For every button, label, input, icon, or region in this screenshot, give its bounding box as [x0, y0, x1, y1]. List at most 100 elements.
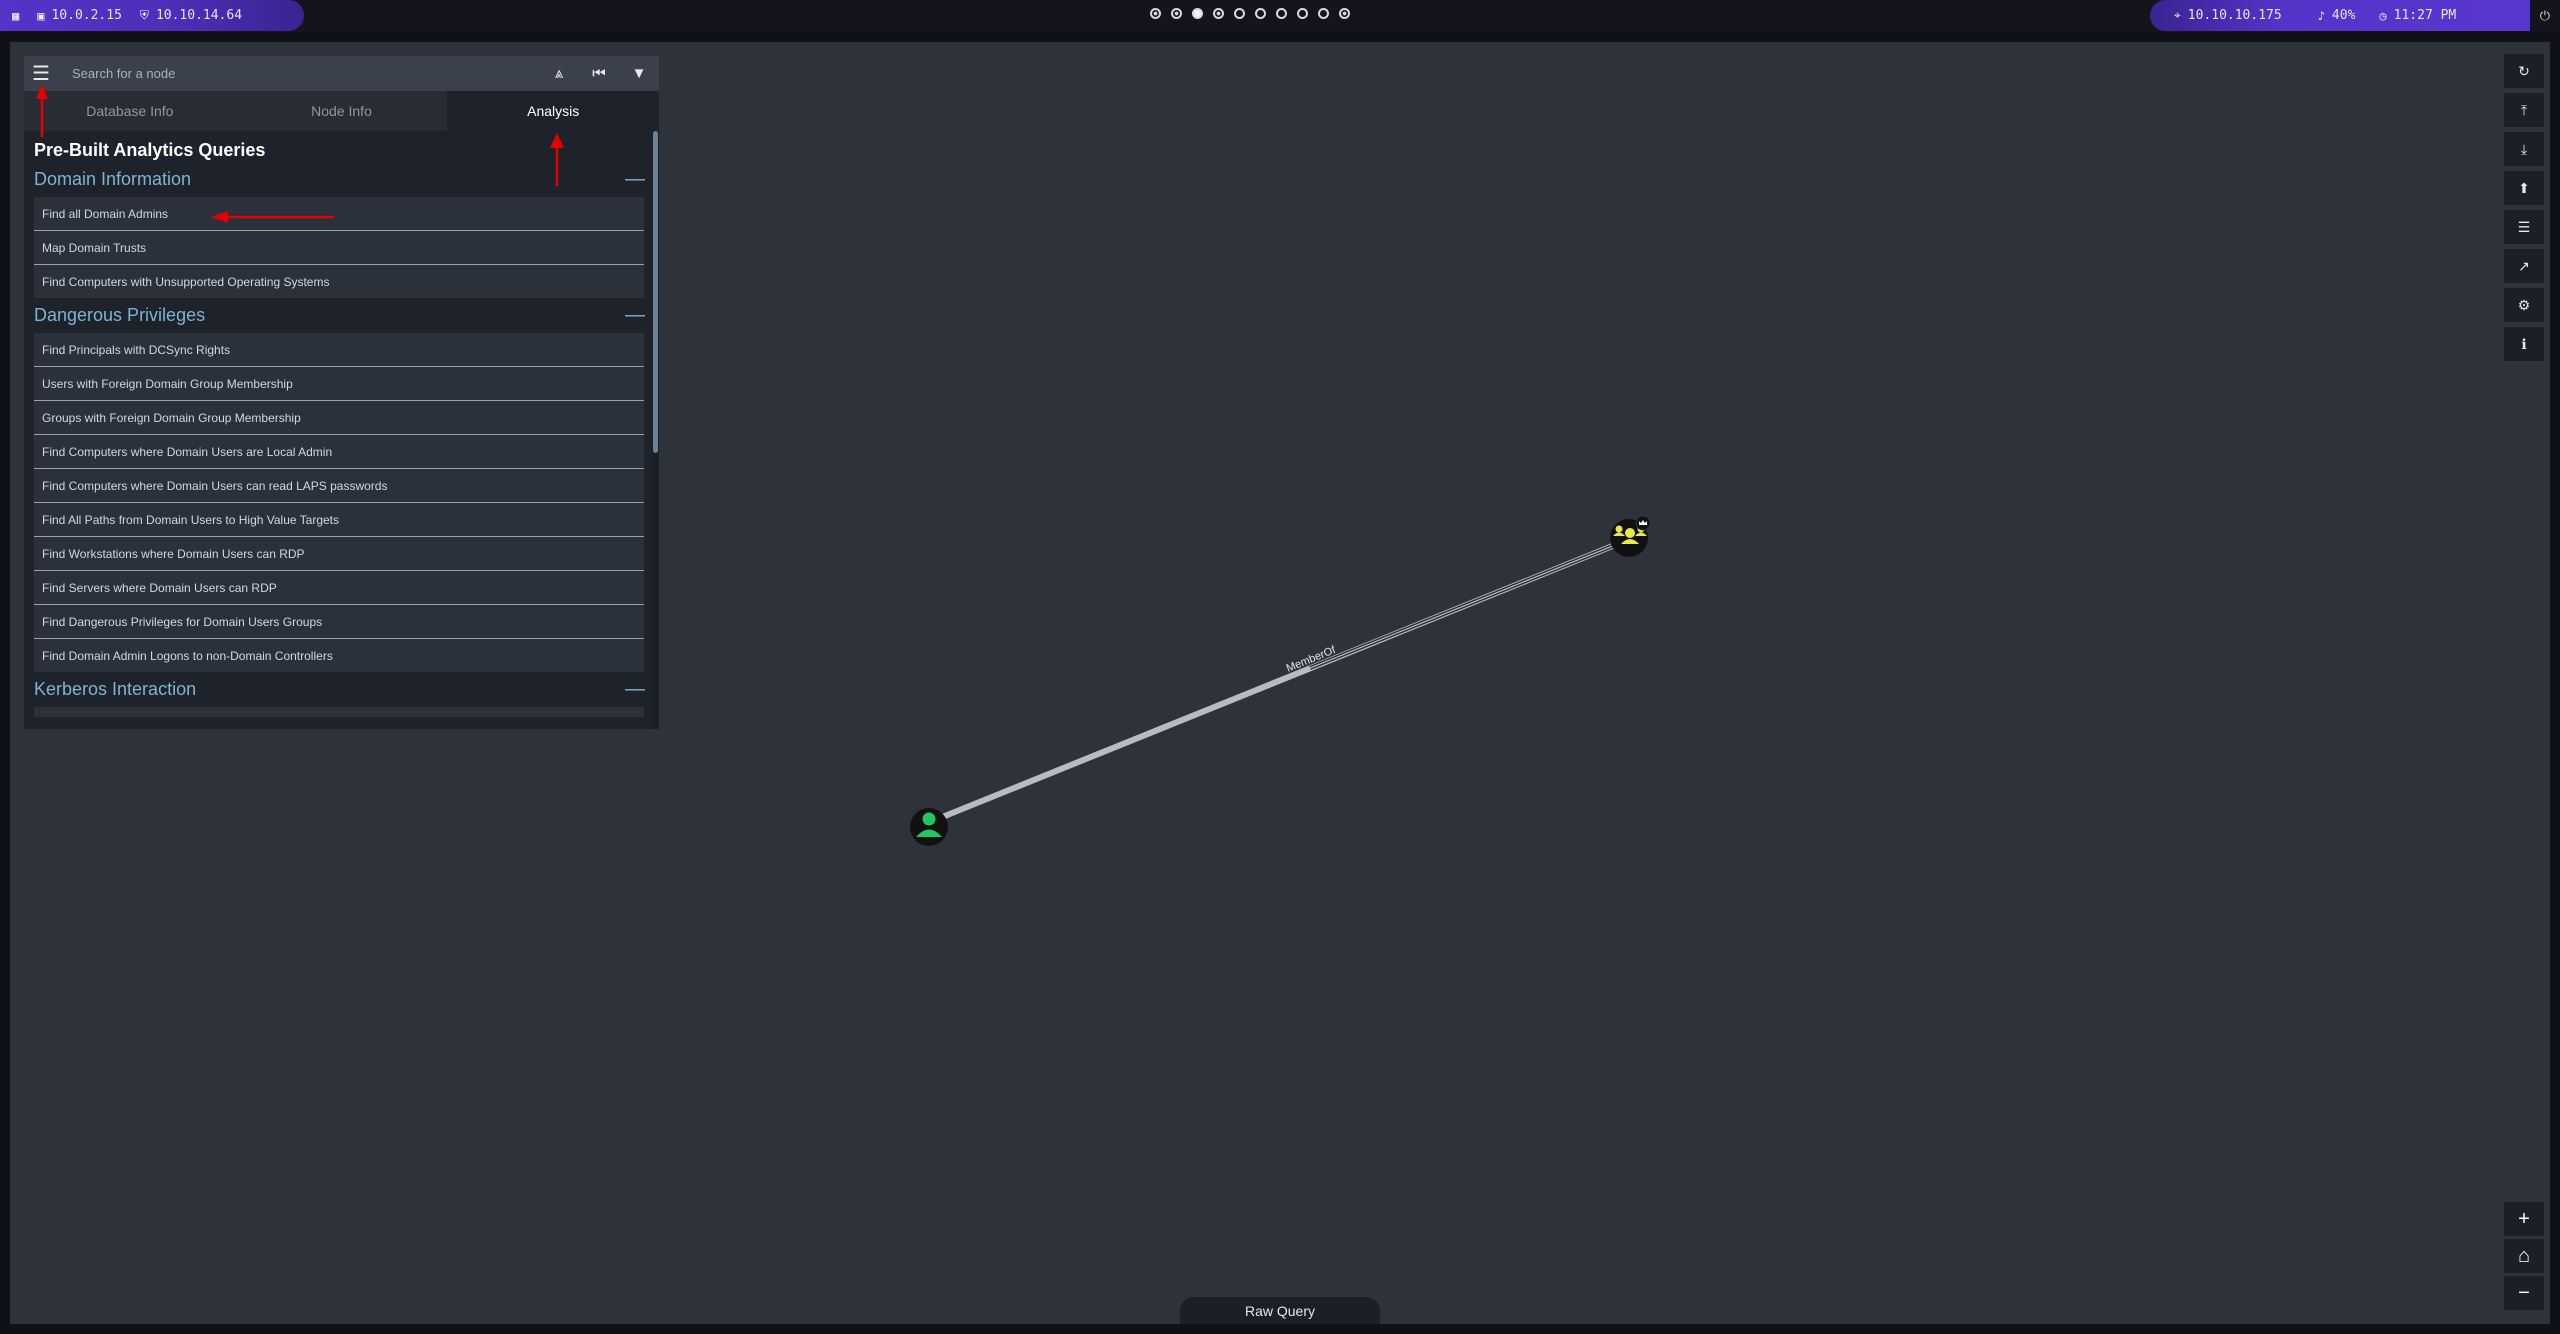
panel-scrollbar[interactable] — [652, 131, 659, 729]
zoom-in-button[interactable]: + — [2504, 1202, 2544, 1236]
grid-icon: ▦ — [12, 8, 20, 23]
shield-icon: ⛨ — [139, 8, 149, 22]
refresh-button[interactable]: ↻ — [2504, 54, 2544, 88]
list-icon: ☰ — [2517, 218, 2531, 235]
monitor-icon: ▣ — [37, 8, 45, 23]
search-input[interactable] — [58, 55, 539, 92]
query-item[interactable] — [34, 707, 644, 717]
graph-canvas[interactable]: MemberOf ☰ ⩓ ⏮ ▼ Data — [10, 42, 2550, 1324]
import-icon: ⬆ — [2518, 179, 2530, 196]
info-icon: ℹ — [2521, 335, 2527, 352]
filter-icon: ▼ — [631, 65, 647, 82]
query-list: Find Principals with DCSync Rights Users… — [34, 333, 656, 672]
target-ip-item: ⌖ 10.10.10.175 — [2174, 8, 2282, 23]
query-item[interactable]: Find Dangerous Privileges for Domain Use… — [34, 605, 644, 639]
zoom-out-icon: − — [2518, 1281, 2530, 1304]
section-title: Dangerous Privileges — [34, 305, 206, 325]
tab-database-info[interactable]: Database Info — [24, 91, 236, 131]
workspace-8[interactable] — [1297, 8, 1308, 19]
queries-button[interactable]: ☰ — [2504, 210, 2544, 244]
workspace-1[interactable] — [1150, 8, 1161, 19]
apps-menu[interactable]: ▦ — [12, 9, 19, 23]
scrollbar-thumb[interactable] — [653, 131, 658, 453]
import-button[interactable]: ⤓ — [2504, 132, 2544, 166]
workspace-7[interactable] — [1276, 8, 1287, 19]
query-item[interactable]: Find All Paths from Domain Users to High… — [34, 503, 644, 537]
collapse-icon[interactable]: — — [620, 304, 650, 327]
target-icon: ⌖ — [2174, 8, 2181, 22]
query-item[interactable]: Users with Foreign Domain Group Membersh… — [34, 367, 644, 401]
search-panel: ☰ ⩓ ⏮ ▼ Database Info Node Info Analysis… — [24, 55, 660, 729]
about-button[interactable]: ℹ — [2504, 327, 2544, 361]
tab-analysis[interactable]: Analysis — [447, 91, 660, 131]
section-title: Domain Information — [34, 169, 192, 189]
query-item[interactable]: Find Principals with DCSync Rights — [34, 333, 644, 367]
section-kerberos-interaction[interactable]: Kerberos Interaction — — [34, 672, 656, 707]
group-icon — [1625, 528, 1635, 538]
query-item[interactable]: Find Domain Admin Logons to non-Domain C… — [34, 639, 644, 672]
workspace-10[interactable] — [1339, 8, 1350, 19]
home-button[interactable]: ⌂ — [2504, 1239, 2544, 1273]
workspace-5[interactable] — [1234, 8, 1245, 19]
settings-button[interactable]: ⚙ — [2504, 288, 2544, 322]
query-list: Find all Domain Admins Map Domain Trusts… — [34, 197, 656, 298]
target-ip-label: 10.10.10.175 — [2187, 8, 2282, 23]
volume-icon: ♪ — [2317, 8, 2325, 23]
query-item[interactable]: Find all Domain Admins — [34, 197, 644, 231]
zoom-toolbar: + ⌂ − — [2504, 1202, 2544, 1310]
hamburger-menu-button[interactable]: ☰ — [24, 56, 58, 91]
clock-label: 11:27 PM — [2393, 8, 2457, 23]
workspace-6[interactable] — [1255, 8, 1266, 19]
query-item[interactable]: Find Computers where Domain Users are Lo… — [34, 435, 644, 469]
right-toolbar: ↻ ⤒ ⤓ ⬆ ☰ ↗ ⚙ ℹ — [2504, 54, 2544, 361]
query-item[interactable]: Find Workstations where Domain Users can… — [34, 537, 644, 571]
stats-button[interactable]: ↗ — [2504, 249, 2544, 283]
section-domain-information[interactable]: Domain Information — — [34, 162, 656, 197]
user-icon — [922, 812, 936, 826]
top-bar-left-pill: ▦ ▣ 10.0.2.15 ⛨ 10.10.14.64 — [0, 0, 304, 31]
tab-node-info[interactable]: Node Info — [236, 91, 448, 131]
group-node[interactable] — [1610, 515, 1651, 557]
vpn-ip-label: 10.10.14.64 — [155, 8, 243, 23]
workspace-9[interactable] — [1318, 8, 1329, 19]
search-bar: ☰ ⩓ ⏮ ▼ — [24, 55, 659, 92]
clock-item: ◷ 11:27 PM — [2379, 8, 2456, 23]
analysis-title: Pre-Built Analytics Queries — [34, 140, 266, 160]
filter-button[interactable]: ▼ — [619, 56, 659, 91]
query-item[interactable]: Groups with Foreign Domain Group Members… — [34, 401, 644, 435]
raw-query-button[interactable]: Raw Query — [1180, 1297, 1380, 1324]
export-button[interactable]: ⤒ — [2504, 93, 2544, 127]
section-dangerous-privileges[interactable]: Dangerous Privileges — — [34, 298, 656, 333]
upload-icon: ⤒ — [2520, 101, 2528, 118]
user-node[interactable] — [910, 808, 948, 846]
home-icon: ⌂ — [2517, 1244, 2531, 1267]
collapse-icon[interactable]: — — [620, 678, 650, 701]
pathfinding-button[interactable]: ⩓ — [539, 56, 579, 91]
workspace-3-active[interactable] — [1192, 8, 1203, 19]
upload-data-button[interactable]: ⬆ — [2504, 171, 2544, 205]
query-item[interactable]: Map Domain Trusts — [34, 231, 644, 265]
download-icon: ⤓ — [2520, 140, 2528, 157]
step-back-icon: ⏮ — [592, 65, 606, 82]
analysis-content: Pre-Built Analytics Queries Domain Infor… — [24, 131, 656, 729]
local-ip-label: 10.0.2.15 — [51, 8, 122, 23]
query-item[interactable]: Find Computers with Unsupported Operatin… — [34, 265, 644, 298]
vpn-ip-item: ⛨ 10.10.14.64 — [140, 8, 242, 23]
query-item[interactable]: Find Servers where Domain Users can RDP — [34, 571, 644, 605]
top-bar-right-pill: ⌖ 10.10.10.175 ♪ 40% ◷ 11:27 PM — [2150, 0, 2530, 31]
panel-tabs: Database Info Node Info Analysis — [24, 91, 660, 131]
clock-icon: ◷ — [2379, 8, 2387, 23]
workspace-2[interactable] — [1171, 8, 1182, 19]
road-icon: ⩓ — [554, 65, 564, 82]
collapse-icon[interactable]: — — [620, 168, 650, 191]
local-ip-item: ▣ 10.0.2.15 — [37, 8, 122, 23]
hamburger-icon: ☰ — [32, 63, 50, 85]
volume-item[interactable]: ♪ 40% — [2318, 8, 2356, 23]
zoom-in-icon: + — [2518, 1207, 2530, 1230]
workspace-4[interactable] — [1213, 8, 1224, 19]
zoom-out-button[interactable]: − — [2504, 1276, 2544, 1310]
back-button[interactable]: ⏮ — [579, 56, 619, 91]
query-item[interactable]: Find Computers where Domain Users can re… — [34, 469, 644, 503]
power-icon[interactable]: ⏻ — [2540, 8, 2550, 24]
system-top-bar: ▦ ▣ 10.0.2.15 ⛨ 10.10.14.64 ⌖ 10.10.10.1… — [0, 0, 2560, 32]
